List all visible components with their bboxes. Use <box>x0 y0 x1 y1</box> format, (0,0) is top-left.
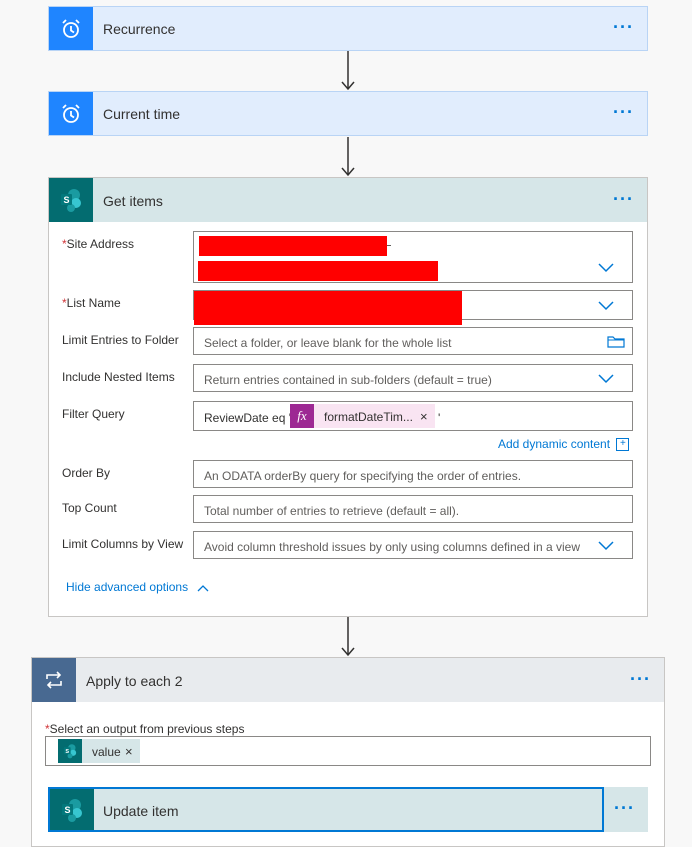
token-remove-button[interactable]: × <box>420 409 428 424</box>
sharepoint-icon: S <box>50 789 94 830</box>
select-output-label: *Select an output from previous steps <box>45 722 245 736</box>
order-by-label: Order By <box>62 466 111 480</box>
limit-folder-placeholder: Select a folder, or leave blank for the … <box>204 336 452 350</box>
apply-to-each-title: Apply to each 2 <box>86 673 183 689</box>
update-item-card[interactable]: S Update item <box>48 787 604 832</box>
sharepoint-icon: S <box>49 178 93 222</box>
update-item-menu-button[interactable]: ··· <box>614 798 635 819</box>
get-items-title: Get items <box>103 193 163 209</box>
filter-query-label: Filter Query <box>62 407 125 421</box>
top-count-placeholder: Total number of entries to retrieve (def… <box>204 504 460 518</box>
filter-query-text-after: ' <box>438 411 441 425</box>
current-time-title: Current time <box>103 106 181 122</box>
limit-columns-dropdown[interactable]: Avoid column threshold issues by only us… <box>193 531 633 559</box>
list-name-label: *List Name <box>62 296 121 310</box>
alarm-clock-icon <box>49 7 93 50</box>
order-by-placeholder: An ODATA orderBy query for specifying th… <box>204 469 522 483</box>
chevron-down-icon[interactable] <box>598 301 614 311</box>
current-time-menu-button[interactable]: ··· <box>613 102 634 123</box>
chevron-down-icon[interactable] <box>598 374 614 384</box>
site-address-field[interactable] <box>193 231 633 283</box>
fx-icon: fx <box>290 404 314 428</box>
filter-query-field[interactable]: ReviewDate eq ' fx formatDateTim... × ' <box>193 401 633 431</box>
nested-items-label: Include Nested Items <box>62 370 175 384</box>
token-remove-button[interactable]: × <box>125 744 133 759</box>
connector-arrow <box>341 51 355 91</box>
svg-text:S: S <box>63 195 69 205</box>
redacted-block <box>199 236 387 256</box>
chevron-up-icon <box>197 584 209 592</box>
connector-arrow <box>341 617 355 657</box>
update-item-title: Update item <box>103 803 179 819</box>
top-count-label: Top Count <box>62 501 117 515</box>
get-items-header[interactable]: S Get items ··· <box>49 178 647 222</box>
redacted-block <box>194 291 462 325</box>
folder-icon[interactable] <box>607 335 625 348</box>
nested-items-dropdown[interactable]: Return entries contained in sub-folders … <box>193 364 633 392</box>
site-address-label: *Site Address <box>62 237 135 251</box>
order-by-field[interactable]: An ODATA orderBy query for specifying th… <box>193 460 633 488</box>
add-plus-icon: + <box>616 438 630 452</box>
recurrence-menu-button[interactable]: ··· <box>613 17 634 38</box>
list-name-field[interactable] <box>193 290 633 325</box>
redacted-block <box>198 261 438 281</box>
add-dynamic-content-link[interactable]: Add dynamic content + <box>498 437 630 452</box>
hide-advanced-options-link[interactable]: Hide advanced options <box>66 580 209 594</box>
expression-token-label: formatDateTim... <box>324 410 413 424</box>
value-token[interactable]: S value × <box>58 739 140 763</box>
chevron-down-icon[interactable] <box>598 541 614 551</box>
select-output-field[interactable]: S value × <box>45 736 651 766</box>
chevron-down-icon[interactable] <box>598 263 614 273</box>
update-item-menu-area: ··· <box>604 787 648 832</box>
top-count-field[interactable]: Total number of entries to retrieve (def… <box>193 495 633 523</box>
recurrence-title: Recurrence <box>103 21 176 37</box>
apply-to-each-menu-button[interactable]: ··· <box>630 669 651 690</box>
filter-query-text: ReviewDate eq ' <box>204 411 291 425</box>
sharepoint-icon: S <box>58 739 82 763</box>
connector-arrow <box>341 137 355 177</box>
current-time-card[interactable]: Current time ··· <box>48 91 648 136</box>
svg-text:S: S <box>65 749 69 755</box>
expression-token[interactable]: fx formatDateTim... × <box>290 404 435 428</box>
loop-arrows-icon <box>32 658 76 702</box>
limit-columns-label: Limit Columns by View <box>62 537 184 551</box>
svg-text:S: S <box>64 805 70 815</box>
recurrence-card[interactable]: Recurrence ··· <box>48 6 648 51</box>
value-token-label: value <box>92 745 121 759</box>
nested-items-value: Return entries contained in sub-folders … <box>204 373 492 387</box>
alarm-clock-icon <box>49 92 93 135</box>
limit-columns-value: Avoid column threshold issues by only us… <box>204 540 580 554</box>
limit-folder-label: Limit Entries to Folder <box>62 333 179 347</box>
limit-folder-field[interactable]: Select a folder, or leave blank for the … <box>193 327 633 355</box>
redaction-tail <box>387 245 391 246</box>
apply-to-each-header[interactable]: Apply to each 2 ··· <box>32 658 664 702</box>
get-items-menu-button[interactable]: ··· <box>613 189 634 210</box>
